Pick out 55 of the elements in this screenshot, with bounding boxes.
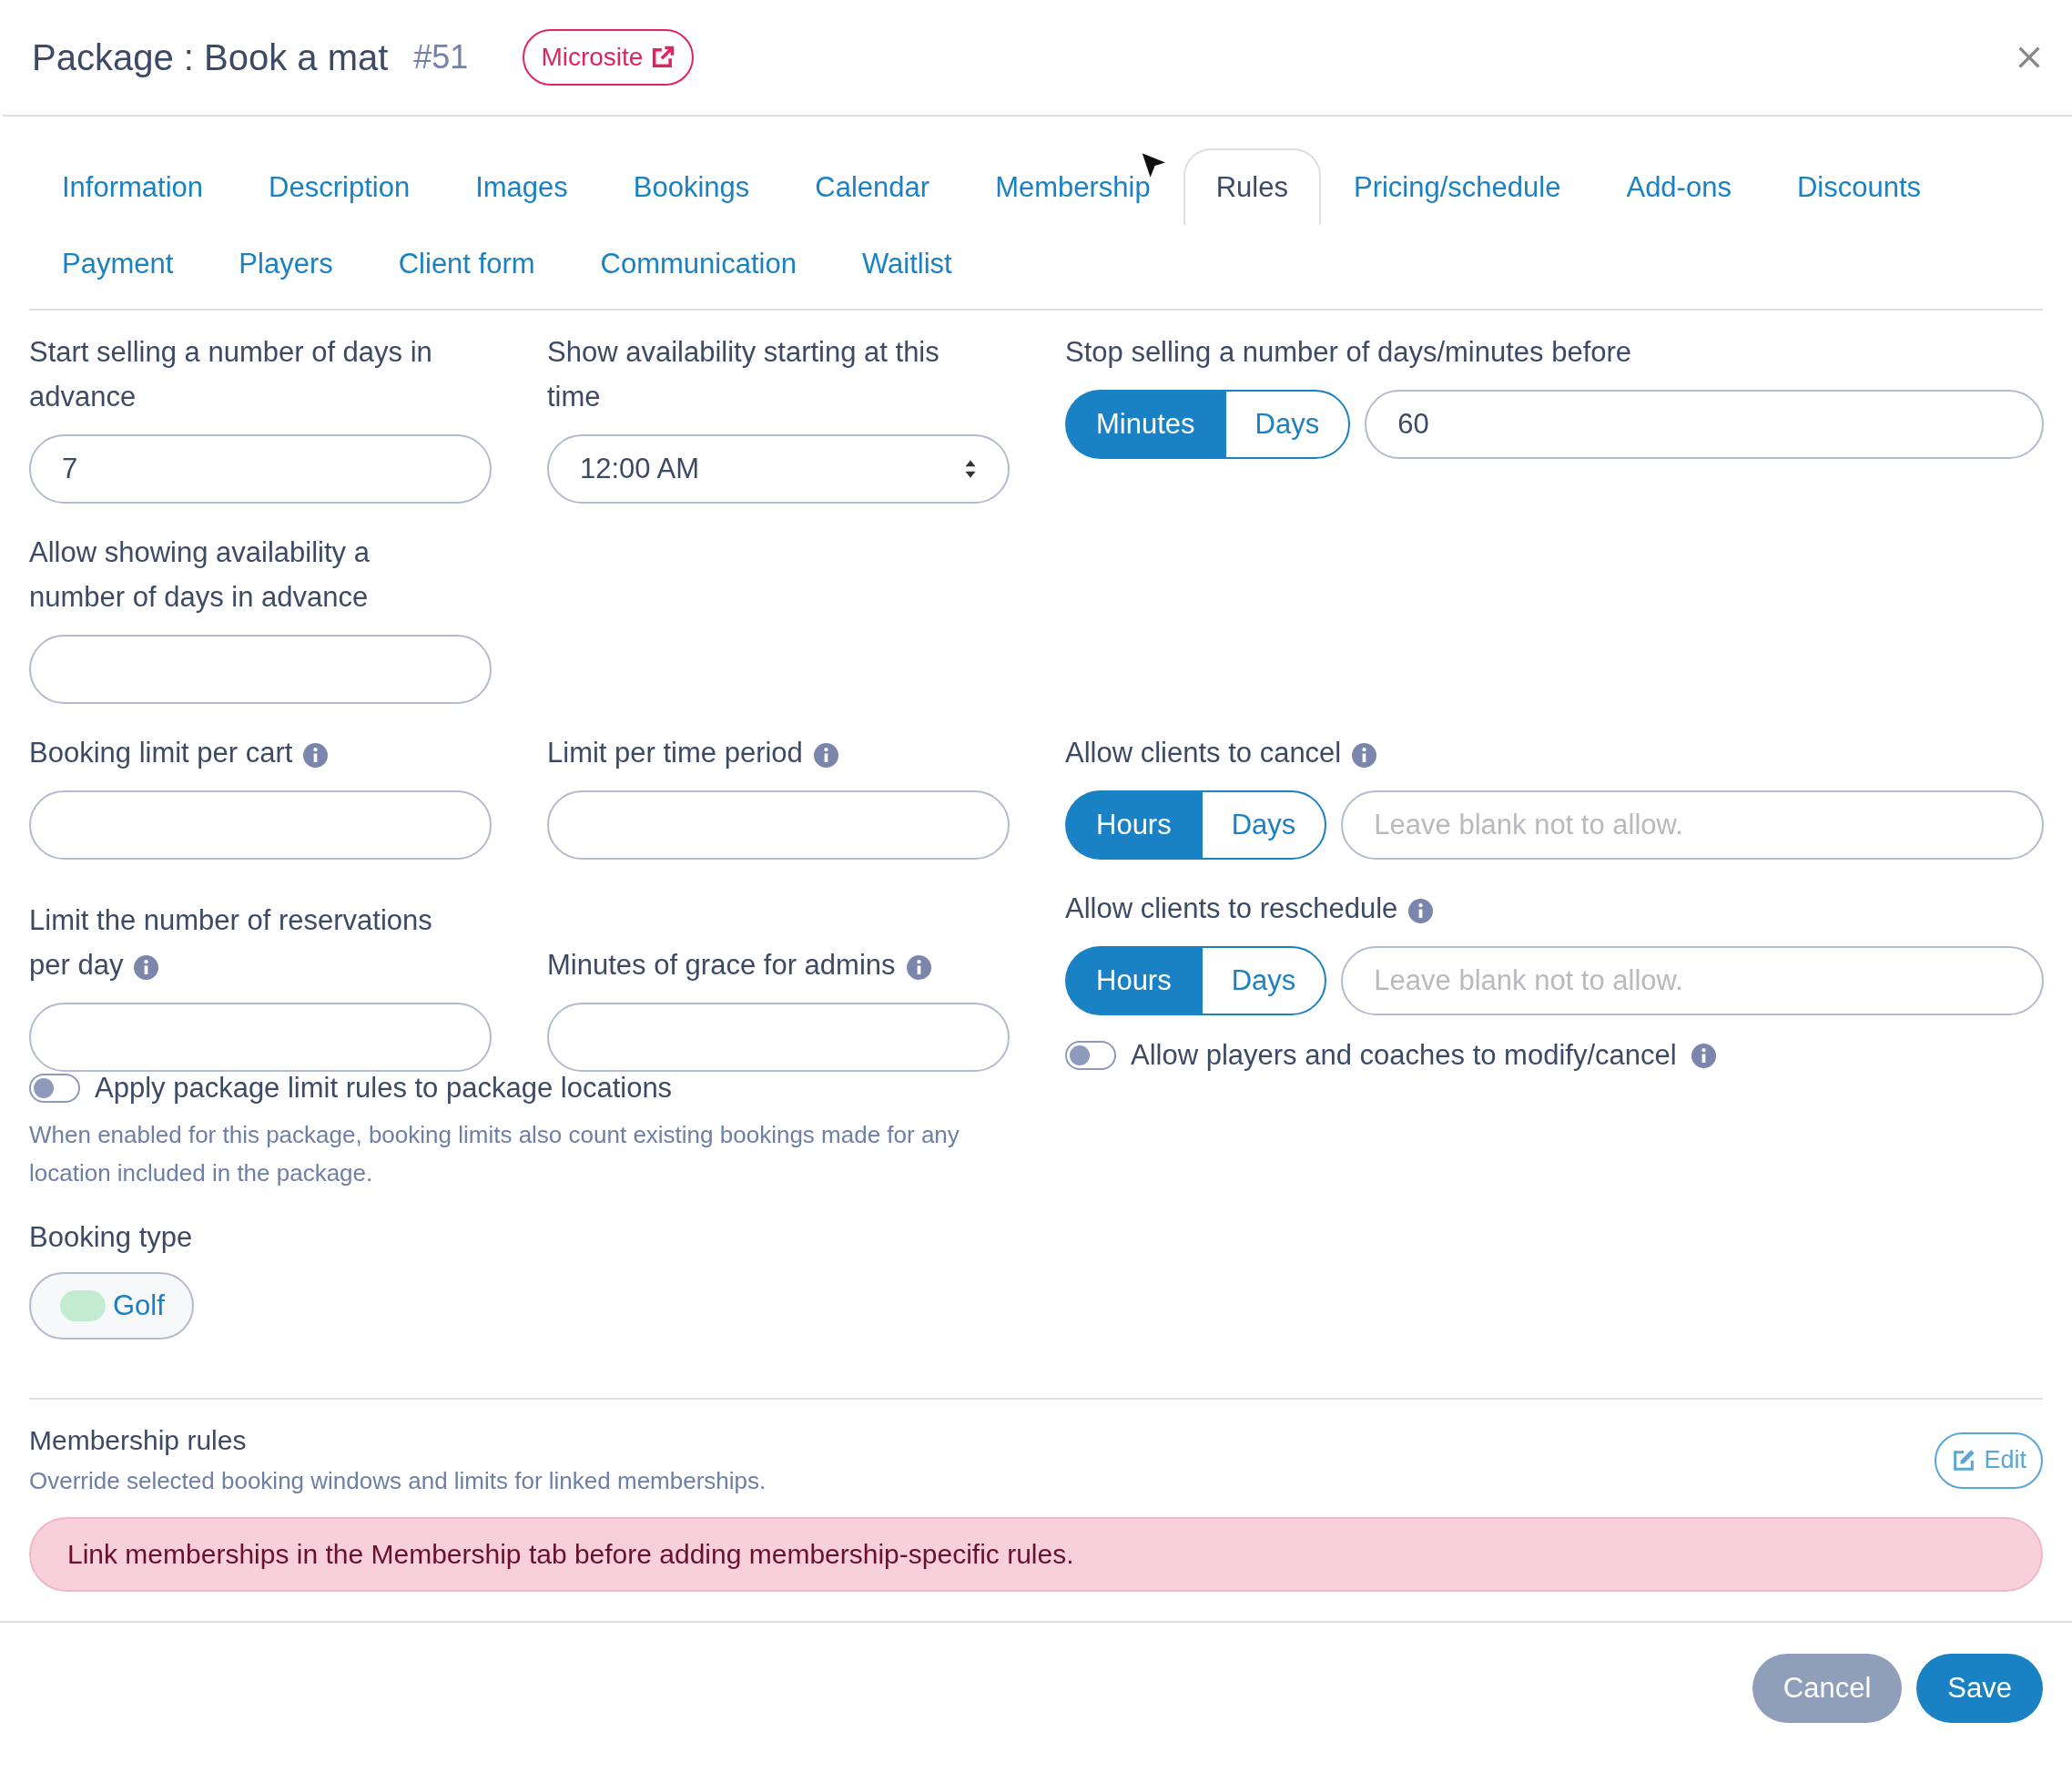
external-link-icon (650, 45, 676, 70)
tab[interactable]: Rules (1183, 148, 1321, 225)
tab[interactable]: Pricing/schedule (1321, 148, 1594, 225)
tab[interactable]: Calendar (782, 148, 963, 225)
unit-toggle[interactable]: Days (1200, 790, 1327, 860)
field-label: Stop selling a number of days/minutes before (1065, 336, 1632, 368)
tab[interactable]: Waitlist (828, 225, 985, 301)
toggle-label: Allow players and coaches to modify/cancel (1131, 1039, 1677, 1072)
field-label: Allow clients to reschedule (1065, 892, 1398, 924)
input-field[interactable]: Leave blank not to allow. (1341, 946, 2044, 1015)
window-title: Package : Book a mat (32, 36, 389, 78)
time-dropdown[interactable]: 12:00 AM (547, 434, 1010, 504)
tab[interactable]: Bookings (600, 148, 783, 225)
tab[interactable]: Add-ons (1593, 148, 1764, 225)
field-label: Limit per time period (547, 737, 803, 769)
unit-toggle[interactable]: Hours (1065, 790, 1201, 860)
field-label: Booking type (29, 1220, 194, 1255)
input-field[interactable]: 7 (29, 434, 492, 504)
tab[interactable]: Information (29, 148, 237, 225)
toggle-switch[interactable] (1065, 1041, 1116, 1070)
help-text: When enabled for this package, booking limits also count existing bookings made for any location included in the package. (29, 1120, 960, 1188)
save-button[interactable]: Save (1916, 1654, 2043, 1723)
field-label: Allow clients to cancel (1065, 737, 1342, 769)
booking-type-chip[interactable]: Golf (29, 1272, 194, 1340)
microsite-button[interactable]: Microsite (523, 29, 695, 86)
toggle-switch[interactable] (29, 1074, 80, 1103)
cancel-button[interactable]: Cancel (1752, 1654, 1903, 1723)
field-label: Minutes of grace for admins (547, 949, 896, 981)
toggle-label: Apply package limit rules to package locations (95, 1072, 673, 1105)
alert-message: Link memberships in the Membership tab before adding membership-specific rules. (29, 1517, 2043, 1592)
unit-toggle[interactable]: Minutes (1065, 390, 1224, 459)
tab[interactable]: Players (206, 225, 366, 301)
tab[interactable]: Membership (962, 148, 1183, 225)
unit-toggle[interactable]: Hours (1065, 946, 1201, 1015)
field-label: Show availability starting at this time (547, 336, 940, 413)
close-icon[interactable] (2017, 46, 2041, 69)
tab[interactable]: Description (236, 148, 443, 225)
input-field[interactable]: Leave blank not to allow. (1341, 790, 2044, 860)
field-label: Booking limit per cart (29, 737, 293, 769)
field-label: Limit the number of reservations per day (29, 904, 432, 981)
field-label: Start selling a number of days in advance (29, 336, 432, 413)
section-title: Membership rules (29, 1425, 248, 1456)
input-field[interactable]: 60 (1365, 390, 2044, 459)
section-subtitle: Override selected booking windows and limits for linked memberships. (29, 1467, 767, 1495)
package-number: #51 (413, 38, 469, 76)
tab[interactable]: Images (442, 148, 601, 225)
unit-toggle[interactable]: Days (1200, 946, 1327, 1015)
tab[interactable]: Payment (29, 225, 207, 301)
tab[interactable]: Communication (567, 225, 829, 301)
sort-arrows-icon (964, 459, 977, 479)
unit-toggle[interactable]: Days (1224, 390, 1351, 459)
tab[interactable]: Client form (365, 225, 568, 301)
edit-button[interactable]: Edit (1935, 1431, 2043, 1489)
field-label: Allow showing availability a number of days in advance (29, 536, 370, 613)
tab[interactable]: Discounts (1763, 148, 1955, 225)
